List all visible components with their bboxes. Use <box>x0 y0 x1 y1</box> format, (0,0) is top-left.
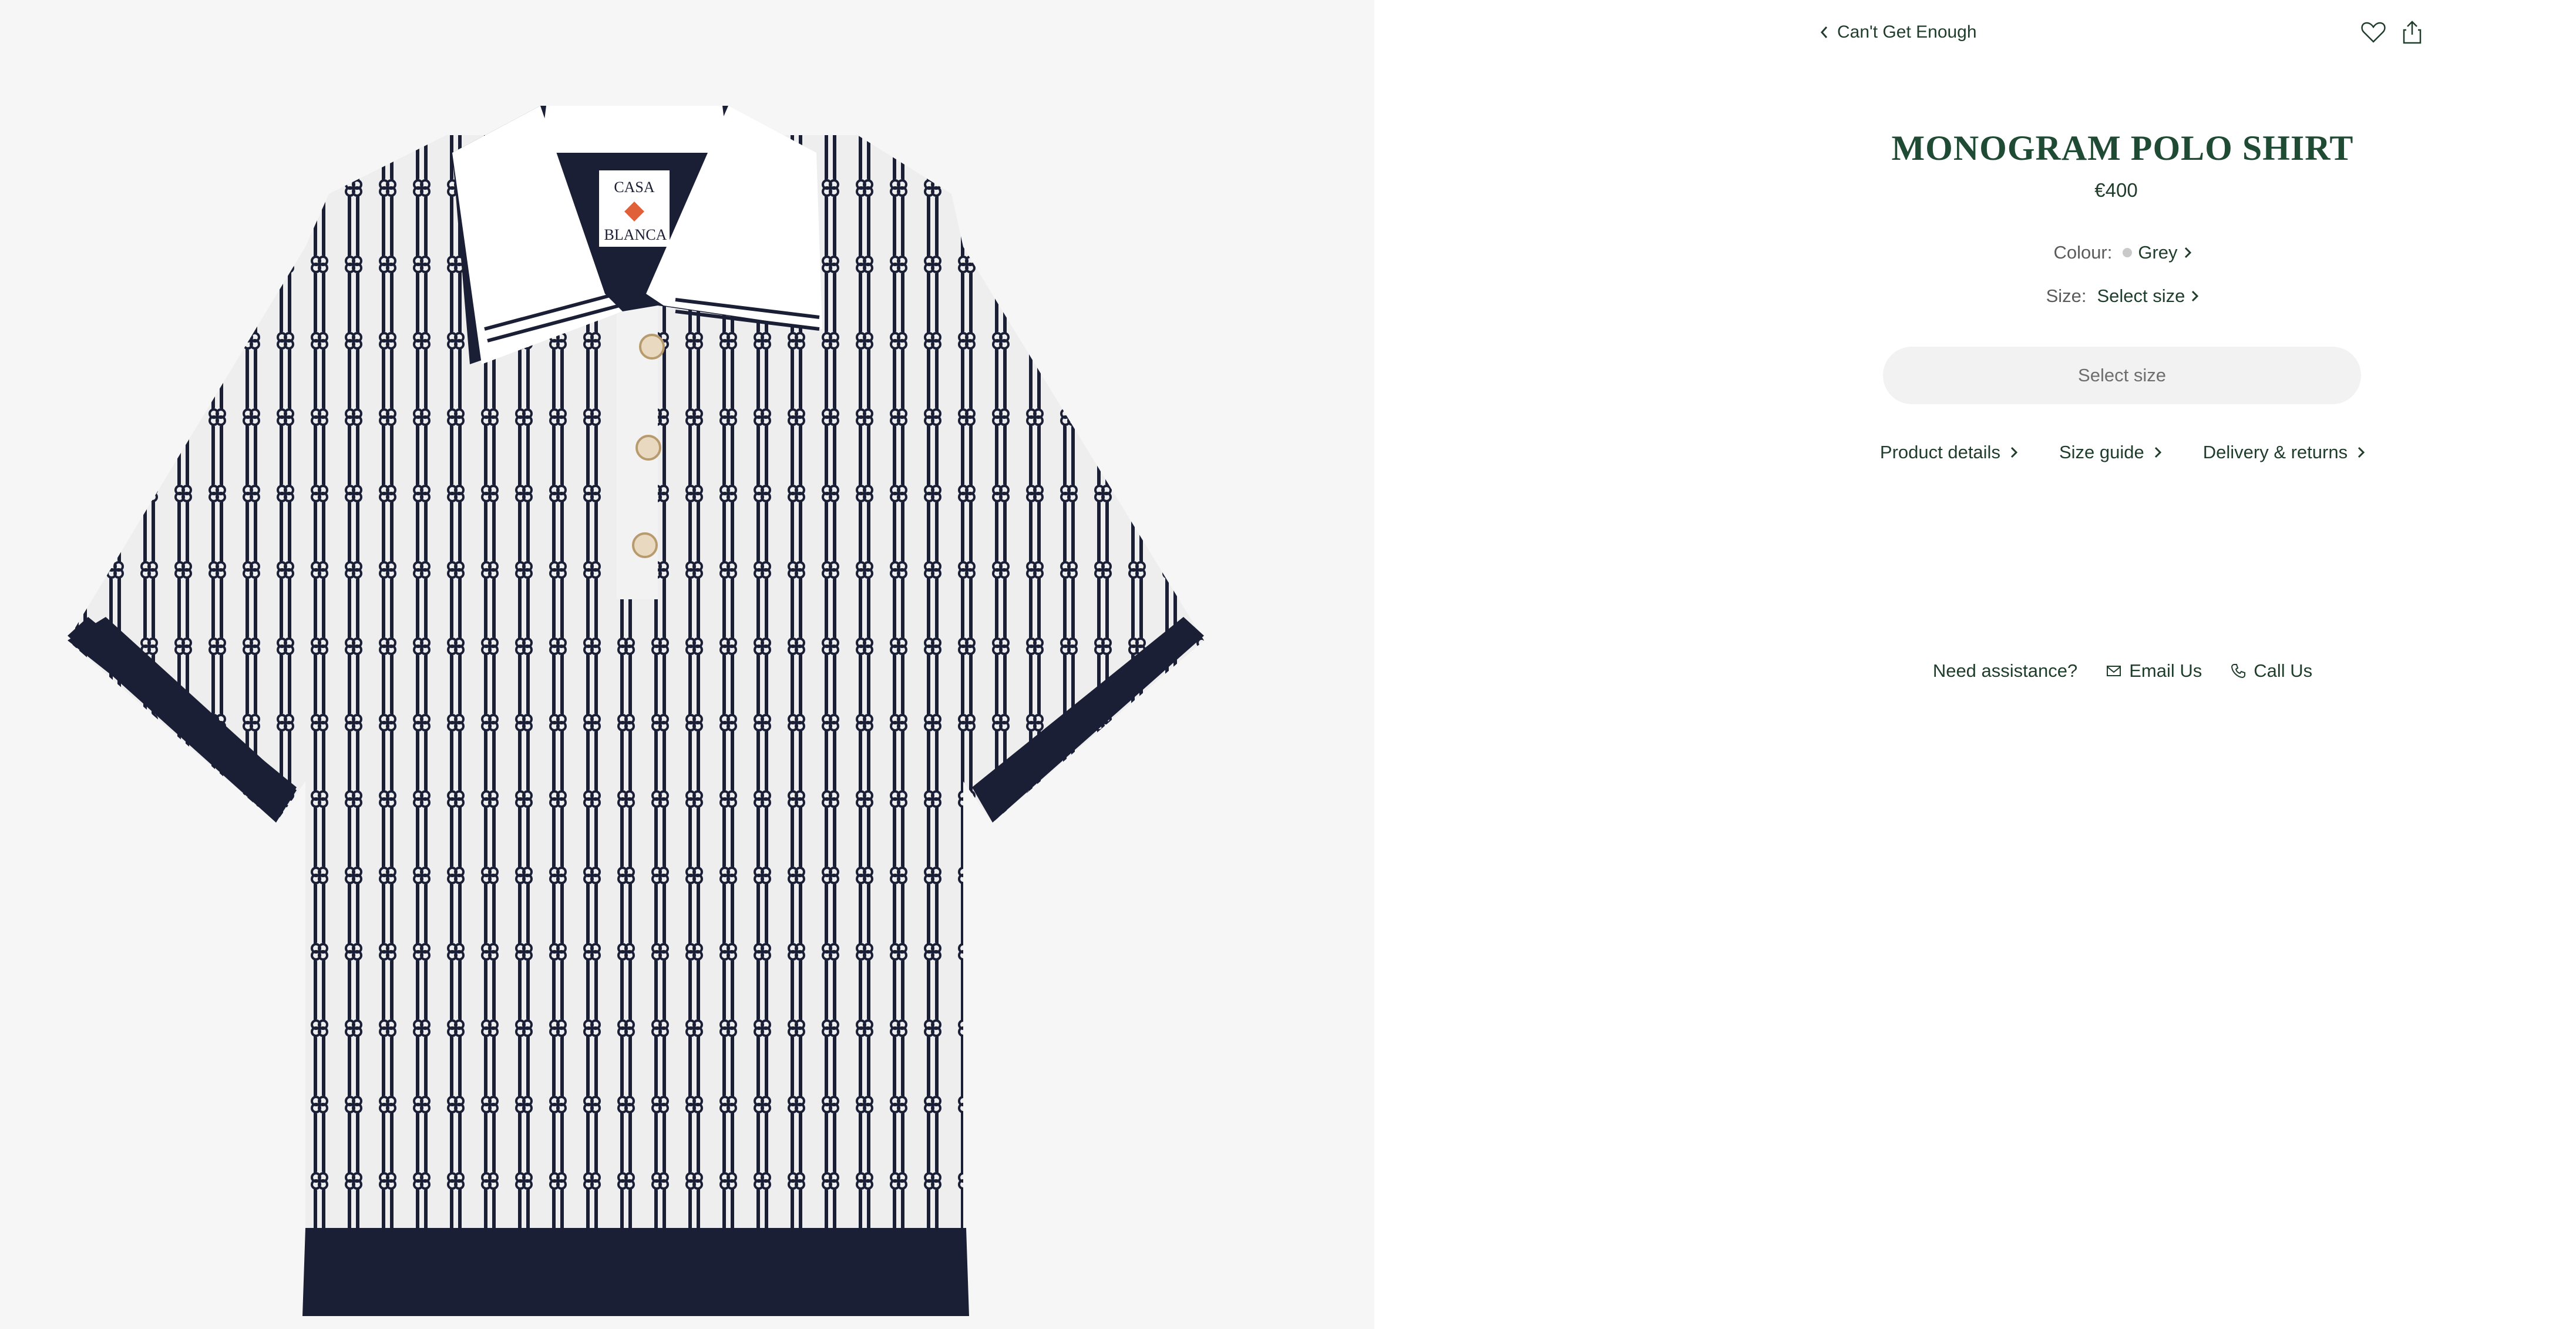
back-link-label: Can't Get Enough <box>1837 22 1977 42</box>
product-image: CASA BLANCA <box>68 106 1204 1316</box>
assistance-row: Need assistance? Email Us Call Us <box>1762 660 2483 682</box>
product-details-link[interactable]: Product details <box>1880 442 2018 463</box>
mail-icon <box>2107 666 2121 676</box>
delivery-returns-label: Delivery & returns <box>2202 442 2348 462</box>
product-image-panel[interactable]: CASA BLANCA <box>0 0 1374 1329</box>
image-logo-top: CASA <box>614 179 655 196</box>
size-selector[interactable]: Select size <box>2097 286 2200 307</box>
email-us-link[interactable]: Email Us <box>2106 660 2202 682</box>
colour-selector[interactable]: Grey <box>2123 242 2191 263</box>
size-value: Select size <box>2097 286 2185 306</box>
colour-swatch <box>2123 248 2133 257</box>
product-title: MONOGRAM POLO SHIRT <box>1891 129 2354 167</box>
chevron-left-icon <box>1820 26 1828 38</box>
share-button[interactable] <box>2396 16 2428 48</box>
select-size-button[interactable]: Select size <box>1883 347 2361 404</box>
heart-icon <box>2361 22 2386 43</box>
chevron-right-icon <box>2010 447 2018 458</box>
call-us-link[interactable]: Call Us <box>2230 660 2312 682</box>
chevron-right-icon <box>2358 447 2365 458</box>
product-details-label: Product details <box>1879 442 2000 462</box>
delivery-returns-link[interactable]: Delivery & returns <box>2203 442 2365 463</box>
phone-icon <box>2231 664 2246 679</box>
info-links: Product details Size guide Delivery & re… <box>1762 442 2483 463</box>
size-guide-label: Size guide <box>2059 442 2144 462</box>
product-price: €400 <box>2094 179 2138 201</box>
wishlist-button[interactable] <box>2358 16 2389 48</box>
chevron-right-icon <box>2192 290 2199 302</box>
chevron-right-icon <box>2154 447 2161 458</box>
size-guide-link[interactable]: Size guide <box>2059 442 2162 463</box>
size-row: Size: Select size <box>1762 286 2483 307</box>
chevron-right-icon <box>2184 247 2191 259</box>
colour-value: Grey <box>2138 242 2178 263</box>
email-us-label: Email Us <box>2129 660 2202 681</box>
back-link[interactable]: Can't Get Enough <box>1820 22 1977 42</box>
share-icon <box>2403 21 2422 44</box>
image-logo-bottom: BLANCA <box>604 226 667 243</box>
colour-row: Colour: Grey <box>1762 242 2483 263</box>
call-us-label: Call Us <box>2254 660 2313 681</box>
colour-label: Colour: <box>2053 242 2113 263</box>
size-label: Size: <box>2046 286 2087 306</box>
assistance-label: Need assistance? <box>1932 660 2078 681</box>
